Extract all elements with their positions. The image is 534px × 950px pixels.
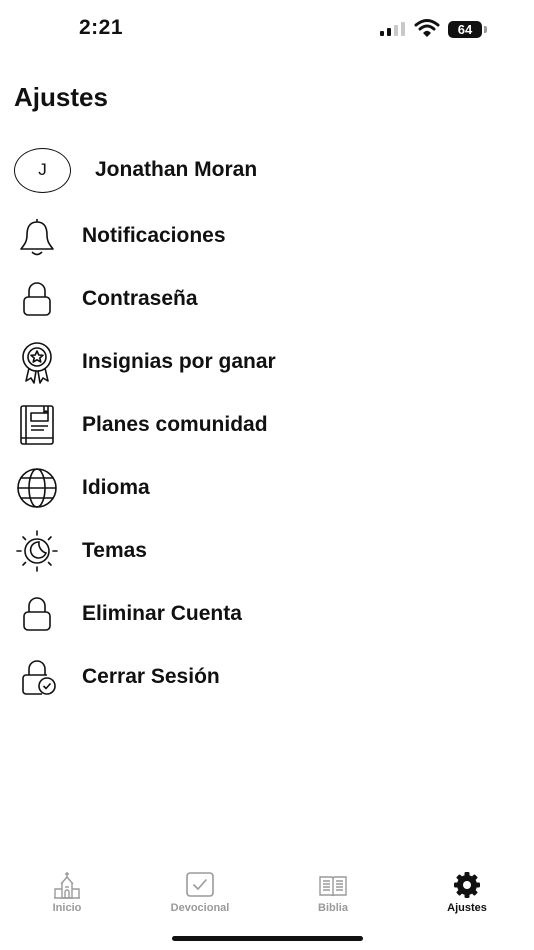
menu-item-label: Notificaciones: [82, 224, 226, 247]
profile-name: Jonathan Moran: [95, 158, 258, 181]
menu-item-label: Temas: [82, 539, 147, 562]
church-icon: [54, 872, 80, 899]
tab-inicio[interactable]: Inicio: [22, 862, 112, 914]
status-time: 2:21: [79, 16, 124, 39]
battery-level: 64: [457, 22, 473, 37]
theme-icon: [12, 526, 62, 576]
menu-item-eliminar-cuenta[interactable]: Eliminar Cuenta: [12, 589, 492, 639]
menu-item-label: Cerrar Sesión: [82, 665, 220, 688]
menu-item-idioma[interactable]: Idioma: [12, 463, 492, 513]
menu-item-insignias[interactable]: Insignias por ganar: [12, 337, 492, 387]
menu-item-label: Insignias por ganar: [82, 350, 276, 373]
gear-icon: [454, 872, 480, 898]
profile-row[interactable]: J Jonathan Moran: [14, 146, 257, 194]
lock-icon: [12, 274, 62, 324]
book-icon: [12, 400, 62, 450]
badge-icon: [12, 337, 62, 387]
status-bar: 2:21 64: [0, 0, 534, 60]
menu-item-notificaciones[interactable]: Notificaciones: [12, 211, 492, 261]
avatar-initial: J: [38, 160, 47, 179]
tab-devocional[interactable]: Devocional: [155, 862, 245, 914]
wifi-icon: [414, 19, 440, 37]
tab-ajustes[interactable]: Ajustes: [422, 862, 512, 914]
tab-label: Devocional: [170, 902, 230, 914]
tab-bar: Inicio Devocional Biblia Ajustes: [0, 862, 534, 922]
page-title: Ajustes: [14, 82, 108, 112]
check-square-icon: [186, 872, 214, 897]
lock-icon: [12, 589, 62, 639]
battery-nub: [484, 26, 487, 33]
tab-biblia[interactable]: Biblia: [288, 862, 378, 914]
home-indicator: [172, 936, 363, 941]
menu-item-temas[interactable]: Temas: [12, 526, 492, 576]
avatar: J: [14, 147, 71, 193]
tab-label: Ajustes: [447, 902, 487, 914]
menu-item-label: Contraseña: [82, 287, 198, 310]
globe-icon: [12, 463, 62, 513]
signal-icon: [380, 22, 405, 36]
menu-item-planes[interactable]: Planes comunidad: [12, 400, 492, 450]
menu-item-label: Idioma: [82, 476, 150, 499]
tab-label: Biblia: [318, 902, 348, 914]
tab-label: Inicio: [52, 902, 82, 914]
logout-icon: [12, 652, 62, 702]
menu-item-label: Planes comunidad: [82, 413, 268, 436]
bell-icon: [12, 211, 62, 261]
battery-icon: 64: [448, 21, 482, 38]
menu-item-label: Eliminar Cuenta: [82, 602, 242, 625]
menu-item-cerrar-sesion[interactable]: Cerrar Sesión: [12, 652, 492, 702]
open-book-icon: [319, 876, 347, 897]
menu-item-contrasena[interactable]: Contraseña: [12, 274, 492, 324]
